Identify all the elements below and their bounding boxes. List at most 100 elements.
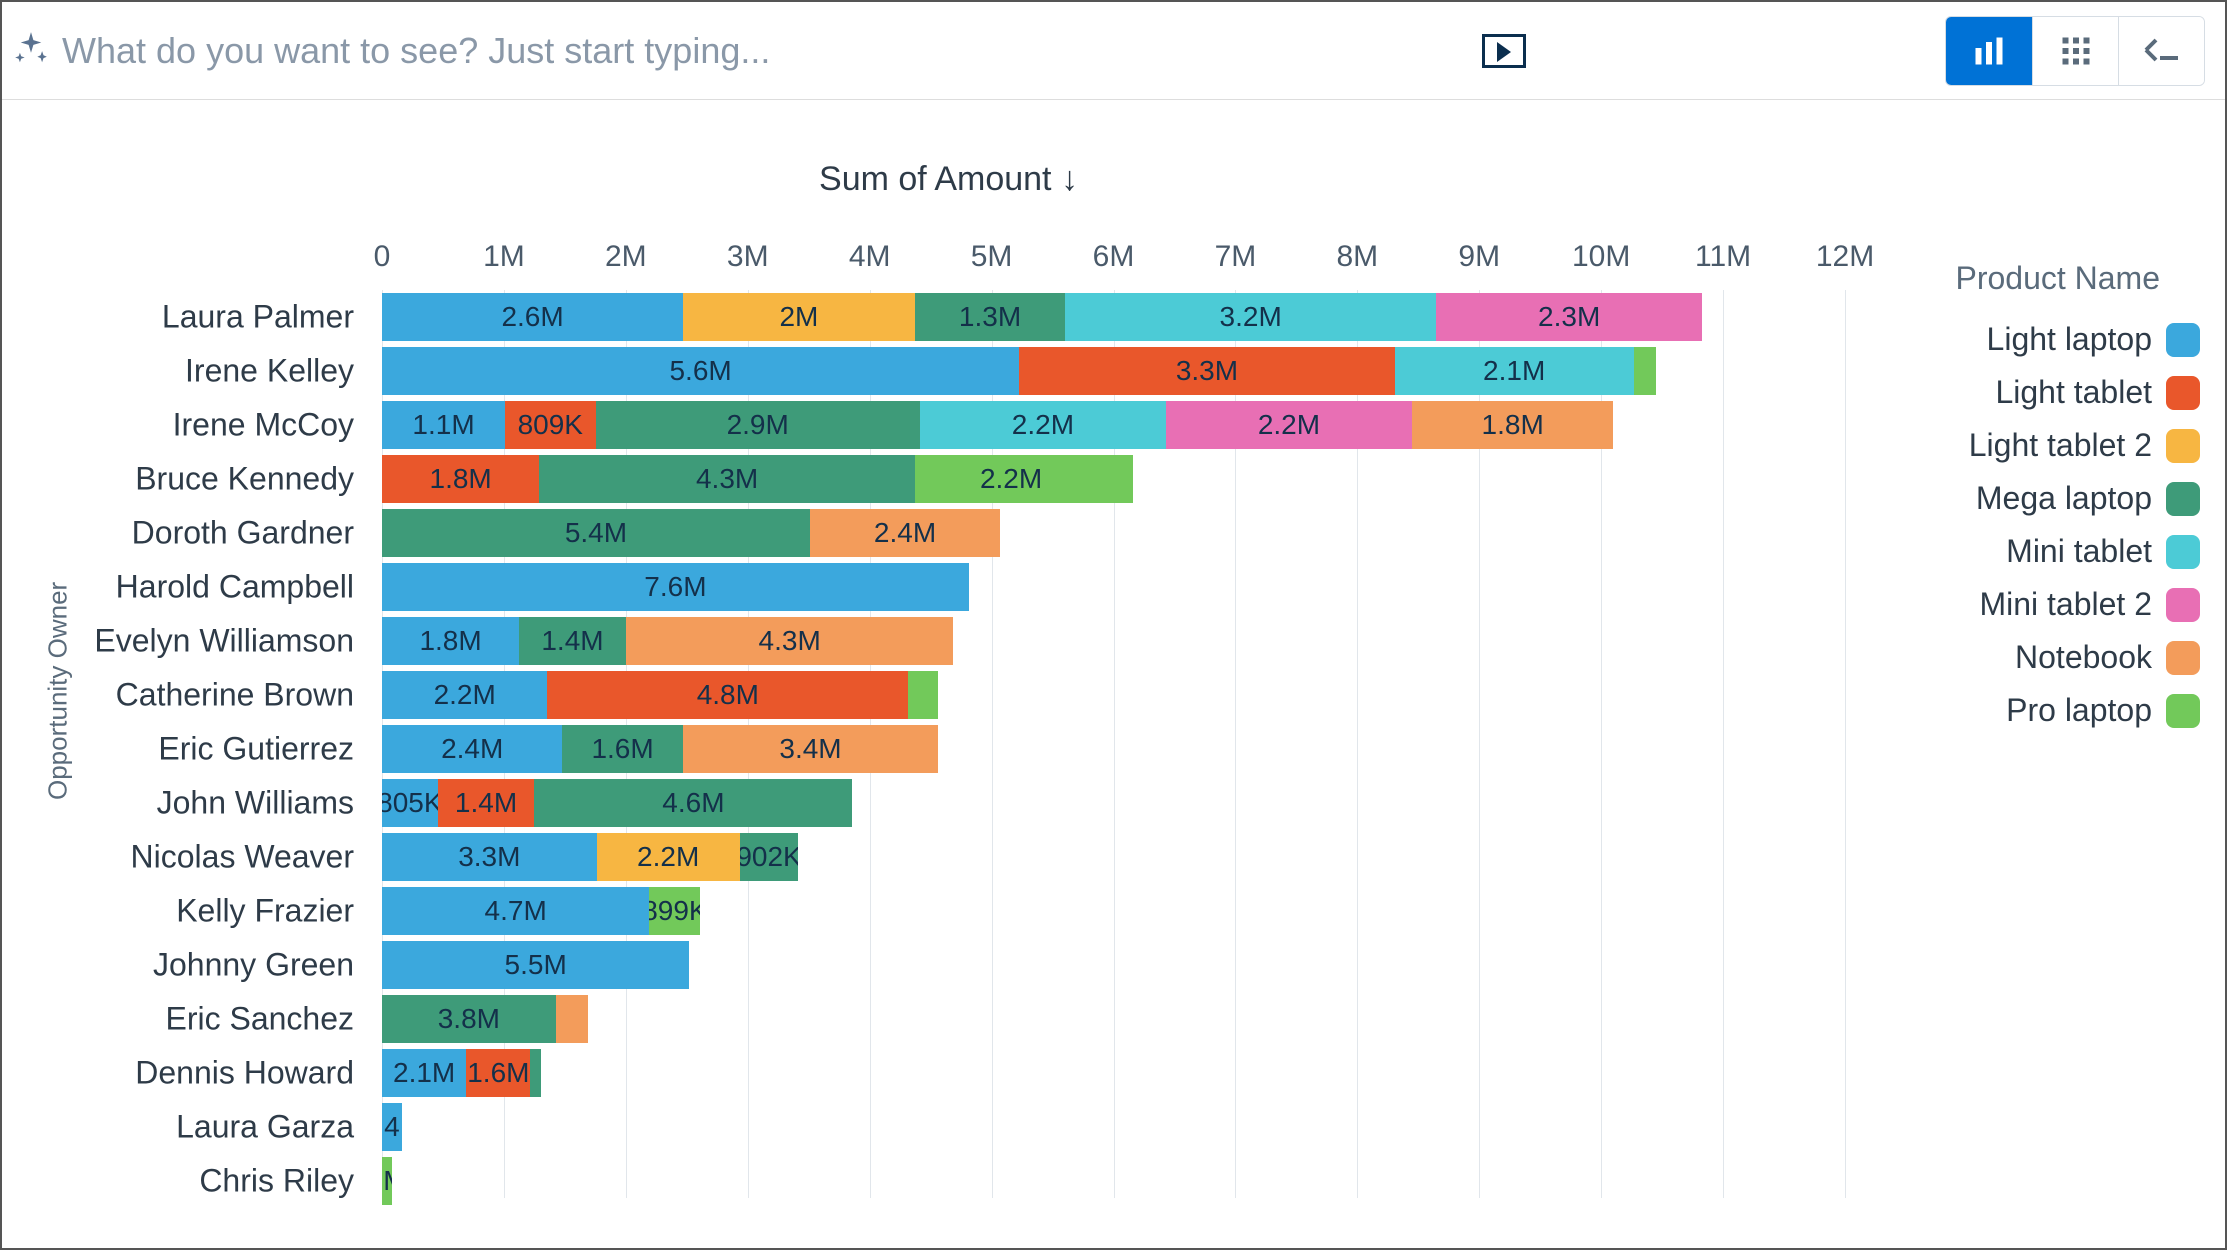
plot-area: 01M2M3M4M5M6M7M8M9M10M11M12M Laura Palme… (382, 240, 1845, 1198)
stacked-bar[interactable]: 805K1.4M4.6M (382, 779, 1212, 827)
view-chart-button[interactable] (1946, 17, 2032, 85)
bar-segment[interactable]: 2.9M (596, 401, 920, 449)
bar-segment[interactable]: 1.6M (562, 725, 682, 773)
bar-segment[interactable]: 2.1M (1395, 347, 1634, 395)
bar-segment[interactable]: 5.4M (382, 509, 810, 557)
bar-segment[interactable]: 1.4M (519, 617, 626, 665)
bar-segment[interactable]: 2.6M (382, 293, 683, 341)
row-label: Eric Sanchez (165, 1001, 354, 1038)
view-toggle (1945, 16, 2205, 86)
legend-item[interactable]: Pro laptop (1900, 692, 2200, 729)
legend-label: Light tablet (1995, 374, 2152, 411)
x-tick: 8M (1336, 240, 1378, 274)
bar-segment[interactable]: 902K (740, 833, 799, 881)
bar-segment[interactable]: 1M (382, 1157, 392, 1205)
play-button[interactable] (1482, 34, 1526, 68)
bar-segment[interactable]: 2.2M (597, 833, 740, 881)
stacked-bar[interactable]: 5.4M2.4M (382, 509, 1333, 557)
x-tick: 6M (1093, 240, 1135, 274)
x-tick: 12M (1816, 240, 1874, 274)
x-axis-ticks: 01M2M3M4M5M6M7M8M9M10M11M12M (382, 240, 1845, 290)
stacked-bar[interactable]: 1M (382, 1157, 504, 1205)
bar-row: Johnny Green5.5M (382, 938, 1845, 992)
legend-item[interactable]: Notebook (1900, 639, 2200, 676)
bar-row: Irene McCoy1.1M809K2.9M2.2M2.2M1.8M (382, 398, 1845, 452)
bar-segment[interactable]: 3.4M (683, 725, 939, 773)
bar-segment[interactable]: 3.3M (382, 833, 597, 881)
search-input[interactable] (62, 30, 1532, 72)
legend-item[interactable]: Mini tablet 2 (1900, 586, 2200, 623)
bar-segment[interactable]: 1.8M (382, 617, 519, 665)
row-label: Eric Gutierrez (158, 731, 354, 768)
bar-segment[interactable]: 805K (382, 779, 438, 827)
x-tick: 7M (1215, 240, 1257, 274)
legend-label: Light tablet 2 (1969, 427, 2152, 464)
legend-item[interactable]: Mega laptop (1900, 480, 2200, 517)
stacked-bar[interactable]: 2.2M4.8M (382, 671, 1284, 719)
bar-segment[interactable]: 899K (649, 887, 700, 935)
bar-segment[interactable]: 1.8M (1412, 401, 1613, 449)
bar-segment[interactable]: 1.4M (438, 779, 535, 827)
stacked-bar[interactable]: 3.8M (382, 995, 931, 1043)
bar-segment[interactable] (530, 1049, 540, 1097)
stacked-bar[interactable]: 1.4M (382, 1103, 553, 1151)
stacked-bar[interactable]: 3.3M2.2M902K (382, 833, 1163, 881)
bar-segment[interactable] (908, 671, 938, 719)
legend-title: Product Name (1900, 260, 2200, 297)
bar-segment[interactable]: 2.2M (915, 455, 1107, 503)
stacked-bar[interactable]: 5.5M (382, 941, 1053, 989)
bar-segment[interactable]: 4.7M (382, 887, 649, 935)
stacked-bar[interactable]: 7.6M (382, 563, 1309, 611)
bar-segment[interactable]: 1.1M (382, 401, 505, 449)
bar-segment[interactable]: 2.2M (382, 671, 547, 719)
bar-segment[interactable]: 2.4M (382, 725, 562, 773)
bar-segment[interactable]: 4.3M (626, 617, 954, 665)
bar-segment[interactable]: 2.2M (1166, 401, 1412, 449)
bar-segment[interactable]: 7.6M (382, 563, 969, 611)
bar-segment[interactable]: 3.8M (382, 995, 556, 1043)
row-label: Laura Garza (176, 1109, 354, 1146)
bar-segment[interactable]: 5.6M (382, 347, 1019, 395)
bar-segment[interactable]: 3.2M (1065, 293, 1436, 341)
stacked-bar[interactable]: 5.6M3.3M2.1M (382, 347, 1747, 395)
bar-segment[interactable] (1634, 347, 1657, 395)
bar-rows: Laura Palmer2.6M2M1.3M3.2M2.3MIrene Kell… (382, 290, 1845, 1198)
stacked-bar[interactable]: 1.1M809K2.9M2.2M2.2M1.8M (382, 401, 1724, 449)
bar-segment[interactable]: 1.6M (466, 1049, 530, 1097)
bar-segment[interactable]: 809K (505, 401, 595, 449)
bar-segment[interactable]: 2.3M (1436, 293, 1702, 341)
legend-item[interactable]: Mini tablet (1900, 533, 2200, 570)
row-label: Catherine Brown (116, 677, 354, 714)
stacked-bar[interactable]: 2.6M2M1.3M3.2M2.3M (382, 293, 1772, 341)
legend-item[interactable]: Light laptop (1900, 321, 2200, 358)
bar-segment[interactable]: 5.5M (382, 941, 689, 989)
bar-segment[interactable] (556, 995, 588, 1043)
legend-item[interactable]: Light tablet 2 (1900, 427, 2200, 464)
stacked-bar[interactable]: 4.7M899K (382, 887, 1065, 935)
bar-row: Bruce Kennedy1.8M4.3M2.2M (382, 452, 1845, 506)
bar-segment[interactable]: 2.4M (810, 509, 1000, 557)
bar-segment[interactable]: 1.8M (382, 455, 539, 503)
stacked-bar[interactable]: 2.4M1.6M3.4M (382, 725, 1284, 773)
bar-segment[interactable]: 2.1M (382, 1049, 466, 1097)
bar-segment[interactable]: 4.6M (534, 779, 852, 827)
bar-segment[interactable]: 1.3M (915, 293, 1066, 341)
bar-row: Eric Sanchez3.8M (382, 992, 1845, 1046)
view-table-button[interactable] (2032, 17, 2118, 85)
stacked-bar[interactable]: 1.8M1.4M4.3M (382, 617, 1296, 665)
bar-segment[interactable]: 2.2M (920, 401, 1166, 449)
stacked-bar[interactable]: 1.8M4.3M2.2M (382, 455, 1430, 503)
stacked-bar[interactable]: 2.1M1.6M (382, 1049, 864, 1097)
bar-row: Evelyn Williamson1.8M1.4M4.3M (382, 614, 1845, 668)
bar-segment[interactable]: 3.3M (1019, 347, 1394, 395)
row-label: Chris Riley (199, 1163, 354, 1200)
bar-segment[interactable]: 2M (683, 293, 915, 341)
bar-segment[interactable] (1107, 455, 1133, 503)
bar-segment[interactable]: 4.3M (539, 455, 915, 503)
x-tick: 10M (1572, 240, 1630, 274)
y-axis-title: Opportunity Owner (43, 582, 74, 800)
bar-segment[interactable]: 1.4M (382, 1103, 402, 1151)
view-code-button[interactable] (2118, 17, 2204, 85)
bar-segment[interactable]: 4.8M (547, 671, 908, 719)
legend-item[interactable]: Light tablet (1900, 374, 2200, 411)
